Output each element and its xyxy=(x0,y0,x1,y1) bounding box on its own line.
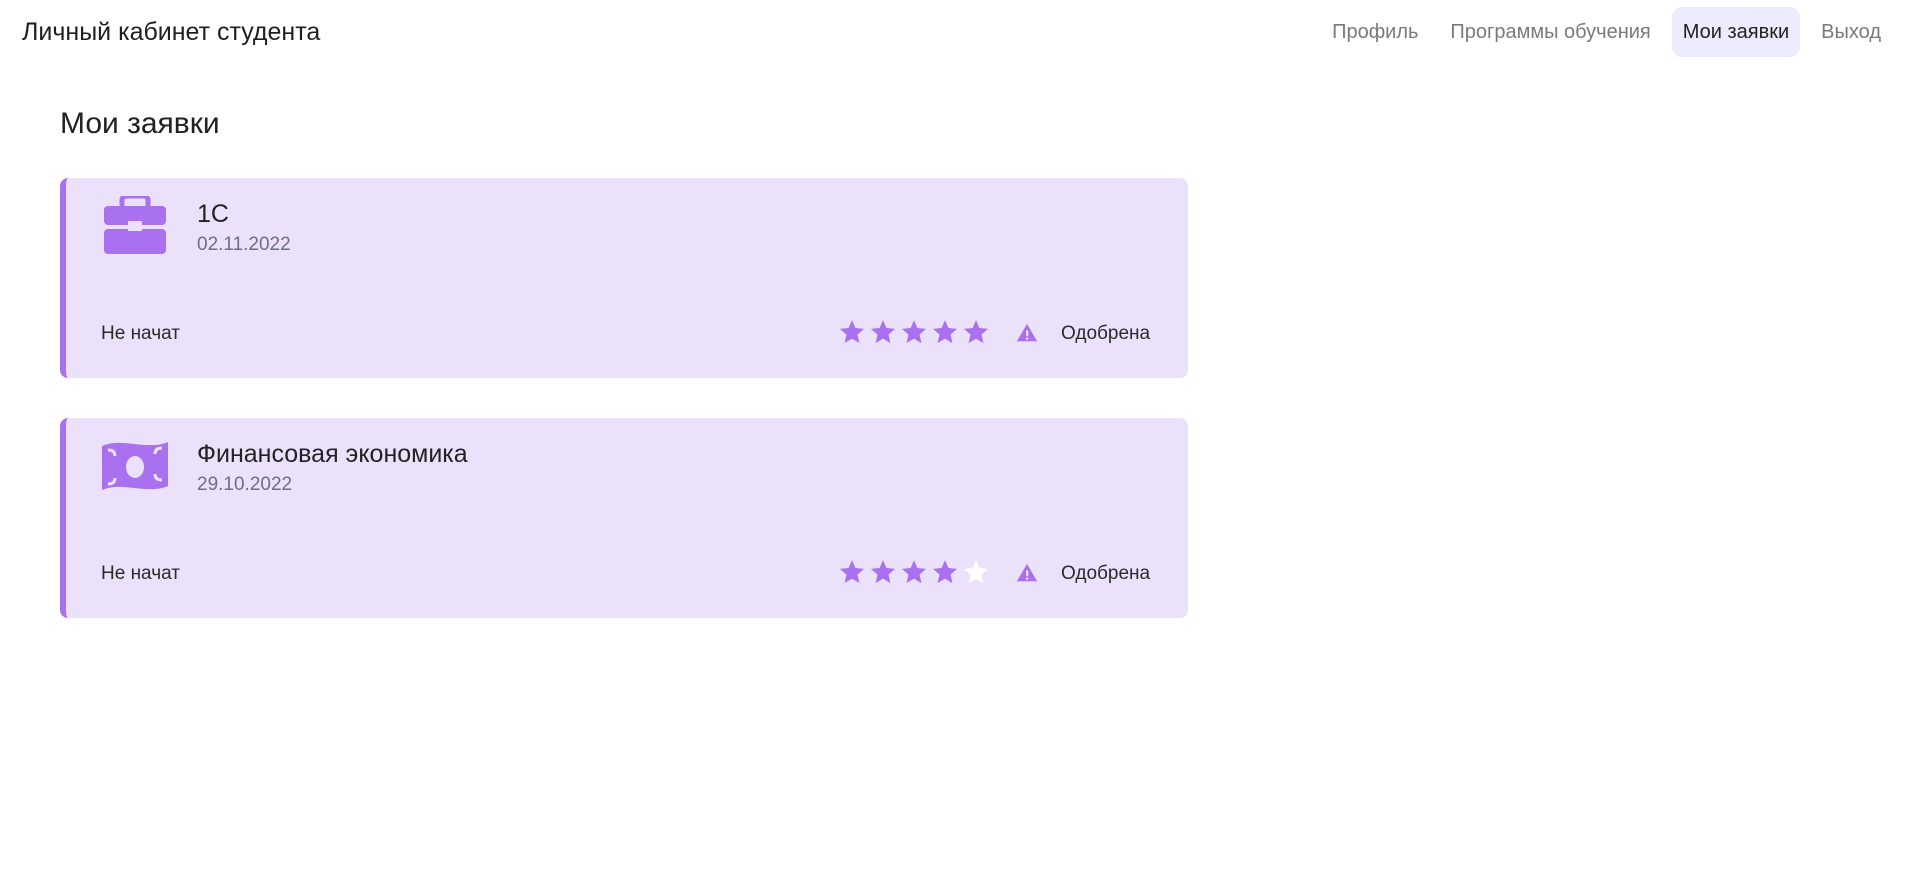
star-filled-icon xyxy=(932,320,958,344)
page-title: Мои заявки xyxy=(60,107,220,140)
top-navbar: Личный кабинет студента Профиль Программ… xyxy=(0,0,1911,64)
nav-item-profile[interactable]: Профиль xyxy=(1321,7,1429,57)
warning-icon xyxy=(1016,323,1038,342)
briefcase-icon xyxy=(104,196,166,254)
rating-stars xyxy=(838,558,990,586)
application-card[interactable]: 1С 02.11.2022 Не начат Одобрена xyxy=(60,178,1188,378)
money-icon xyxy=(102,442,168,490)
star-filled-icon xyxy=(963,320,989,344)
nav-item-programs[interactable]: Программы обучения xyxy=(1439,7,1661,57)
star-filled-icon xyxy=(901,560,927,584)
application-date: 02.11.2022 xyxy=(197,234,291,255)
application-progress: Не начат xyxy=(101,563,180,584)
application-name: 1С xyxy=(197,200,229,228)
star-filled-icon xyxy=(870,320,896,344)
rating-stars xyxy=(838,318,990,346)
application-date: 29.10.2022 xyxy=(197,474,293,495)
star-filled-icon xyxy=(839,560,865,584)
star-empty-icon xyxy=(963,560,989,584)
application-status: Одобрена xyxy=(1061,563,1151,584)
star-filled-icon xyxy=(901,320,927,344)
star-filled-icon xyxy=(932,560,958,584)
nav-item-logout[interactable]: Выход xyxy=(1810,7,1892,57)
application-progress: Не начат xyxy=(101,323,180,344)
app-title[interactable]: Личный кабинет студента xyxy=(22,16,320,48)
application-status: Одобрена xyxy=(1061,323,1151,344)
star-filled-icon xyxy=(870,560,896,584)
application-name: Финансовая экономика xyxy=(197,440,468,468)
nav-item-my-applications[interactable]: Мои заявки xyxy=(1671,7,1801,57)
warning-icon xyxy=(1016,563,1038,582)
application-card[interactable]: Финансовая экономика 29.10.2022 Не начат… xyxy=(60,418,1188,618)
main-nav: Профиль Программы обучения Мои заявки Вы… xyxy=(1321,7,1892,57)
star-filled-icon xyxy=(839,320,865,344)
